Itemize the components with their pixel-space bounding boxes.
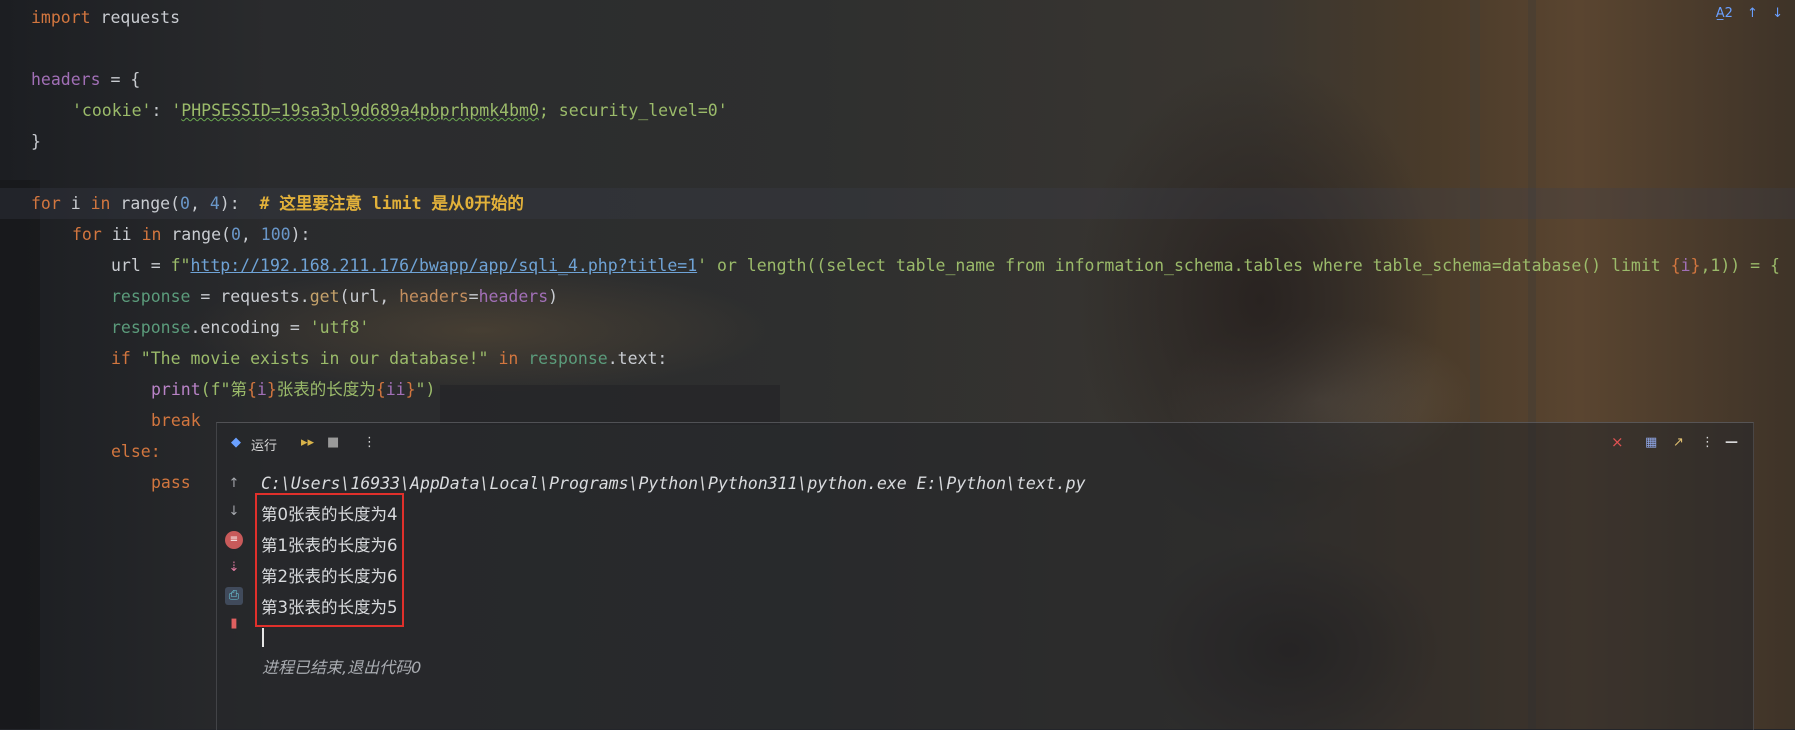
inspection-count[interactable]: A̲2: [1716, 6, 1733, 21]
process-exit-message: 进程已结束,退出代码0: [262, 658, 422, 677]
rerun-icon[interactable]: ▸▸: [301, 435, 314, 450]
text-caret: [262, 628, 264, 647]
more-options-icon[interactable]: ⋮: [363, 435, 376, 450]
code-line-12: if "The movie exists in our database!" i…: [111, 349, 668, 368]
code-line-9: url = f"http://192.168.211.176/bwapp/app…: [111, 256, 1780, 275]
code-line-7: for i in range(0, 4): # 这里要注意 limit 是从0开…: [31, 194, 524, 213]
soft-wrap-icon[interactable]: ≡: [225, 531, 243, 549]
close-run-icon[interactable]: ×: [1611, 433, 1624, 451]
code-editor[interactable]: import requests headers = { 'cookie': 'P…: [0, 0, 1795, 492]
scroll-up-icon[interactable]: ↑: [225, 475, 243, 493]
python-icon: ◆: [231, 435, 241, 450]
minimize-icon[interactable]: —: [1725, 435, 1738, 450]
inspection-widget[interactable]: A̲2 ↑ ↓: [1706, 6, 1783, 21]
run-tool-window: ◆ 运行 ▸▸ ■ ⋮ × ▦ ↗ ⋮ — ↑ ↓ ≡ ⇣ ⎙ ▮ C:\Use…: [216, 422, 1754, 730]
clear-console-icon[interactable]: ▮: [225, 615, 243, 633]
run-toolbar: ◆ 运行 ▸▸ ■ ⋮ × ▦ ↗ ⋮ —: [217, 423, 1753, 465]
code-line-10: response = requests.get(url, headers=hea…: [111, 287, 559, 306]
code-line-11: response.encoding = 'utf8': [111, 318, 370, 337]
code-line-1: import requests: [31, 8, 181, 27]
scroll-down-icon[interactable]: ↓: [225, 503, 243, 521]
panel-more-icon[interactable]: ⋮: [1701, 435, 1714, 450]
print-icon[interactable]: ⎙: [225, 587, 243, 605]
scroll-to-end-icon[interactable]: ⇣: [225, 559, 243, 577]
layout-icon[interactable]: ▦: [1645, 435, 1657, 450]
code-line-14: break: [151, 411, 201, 430]
expand-icon[interactable]: ↗: [1673, 435, 1684, 450]
stop-icon[interactable]: ■: [327, 435, 339, 450]
code-line-13: print(f"第{i}张表的长度为{ii}"): [151, 380, 436, 399]
code-line-5: }: [31, 132, 41, 151]
run-side-toolbar: ↑ ↓ ≡ ⇣ ⎙ ▮: [217, 465, 249, 730]
code-line-8: for ii in range(0, 100):: [72, 225, 311, 244]
next-issue-icon[interactable]: ↓: [1772, 6, 1783, 21]
code-line-3: headers = {: [31, 70, 141, 89]
code-line-4: 'cookie': 'PHPSESSID=19sa3pl9d689a4pbprh…: [72, 101, 728, 120]
prev-issue-icon[interactable]: ↑: [1747, 6, 1758, 21]
code-line-15: else:: [111, 442, 161, 461]
run-tab-label[interactable]: 运行: [251, 435, 277, 454]
output-highlight-box: [255, 493, 404, 627]
code-line-16: pass: [151, 473, 191, 492]
